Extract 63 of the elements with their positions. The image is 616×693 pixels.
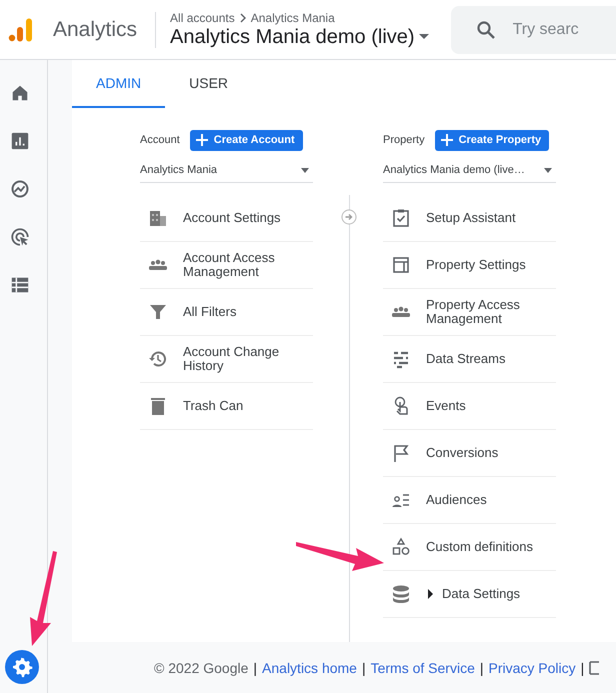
menu-item[interactable]: Account Settings (140, 195, 313, 242)
menu-item[interactable]: Setup Assistant (383, 195, 556, 242)
nav-button[interactable] (8, 226, 30, 248)
plus-icon (440, 134, 453, 146)
copyright-text: © 2022 Google (154, 660, 248, 676)
feedback-icon[interactable] (589, 660, 600, 674)
dropdown[interactable]: Analytics Mania (140, 158, 313, 183)
create-button[interactable]: Create Account (190, 130, 303, 150)
footer-link[interactable]: Terms of Service (370, 660, 475, 676)
settings-icon (10, 656, 32, 678)
target-cursor-icon (10, 227, 30, 247)
menu-item[interactable]: Property Access Management (383, 289, 556, 336)
building-icon (148, 208, 168, 228)
menu-item[interactable]: Custom definitions (383, 524, 556, 571)
shapes-icon (391, 537, 411, 557)
menu-item[interactable]: Conversions (383, 430, 556, 477)
menu-item[interactable]: Audiences (383, 477, 556, 524)
nav-button[interactable] (8, 178, 30, 200)
streams-icon (391, 349, 411, 369)
bar-chart-icon (10, 131, 30, 151)
analytics-logo (8, 16, 34, 42)
menu-item[interactable]: All Filters (140, 289, 313, 336)
breadcrumb-link[interactable]: All accounts (170, 10, 235, 24)
tab[interactable]: USER (165, 60, 252, 108)
separator: | (580, 660, 584, 676)
database-icon (391, 584, 411, 604)
dropdown[interactable]: Analytics Mania demo (live… (383, 158, 556, 183)
layout-icon (391, 255, 411, 275)
caret-icon (544, 168, 552, 172)
footer-link[interactable]: Analytics home (262, 660, 357, 676)
caret-icon (301, 168, 309, 172)
menu-item[interactable]: Data Streams (383, 336, 556, 383)
trend-circle-icon (10, 179, 30, 199)
menu-item[interactable]: Account Change History (140, 336, 313, 383)
caret-icon[interactable] (418, 34, 429, 40)
breadcrumb-link[interactable]: Analytics Mania (250, 10, 335, 24)
flag-icon (391, 443, 411, 463)
separator: | (253, 660, 258, 676)
product-name: Analytics (53, 18, 138, 42)
history-icon (148, 349, 168, 369)
separator: | (480, 660, 484, 676)
home-icon (10, 83, 30, 103)
clipboard-check-icon (391, 208, 411, 228)
footer-link[interactable]: Privacy Policy (488, 660, 576, 676)
column-label: Property (383, 134, 425, 146)
nav-button[interactable] (4, 650, 38, 684)
column-label: Account (140, 134, 180, 146)
filter-icon (148, 302, 168, 322)
trash-icon (148, 396, 168, 416)
create-button[interactable]: Create Property (434, 130, 550, 150)
arrow-circle-icon (341, 209, 357, 225)
menu-item[interactable]: Account Access Management (140, 242, 313, 289)
menu-item[interactable]: Events (383, 383, 556, 430)
separator: | (362, 660, 366, 676)
menu-item[interactable]: Trash Can (140, 383, 313, 430)
menu-item[interactable]: Data Settings (383, 571, 556, 618)
menu-item[interactable]: Property Settings (383, 242, 556, 289)
tab[interactable]: ADMIN (72, 60, 166, 108)
search-icon (476, 20, 496, 40)
property-title[interactable]: Analytics Mania demo (live) (170, 26, 415, 48)
search-field[interactable]: Try searc (450, 6, 616, 54)
list-icon (10, 275, 30, 295)
plus-icon (196, 134, 208, 146)
